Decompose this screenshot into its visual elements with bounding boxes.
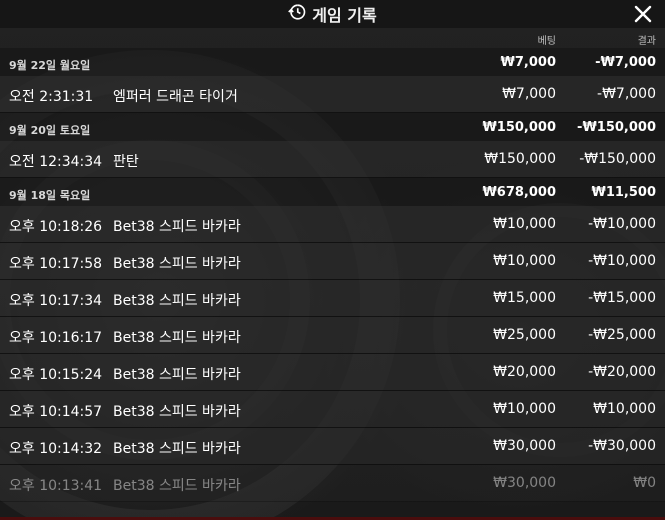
game-name: 판탄 (113, 154, 139, 170)
date-row: 9월 18일 목요일 ₩678,000 ₩11,500 (0, 178, 665, 206)
game-result: -₩15,000 (588, 290, 656, 306)
game-result: -₩25,000 (588, 327, 656, 343)
game-result: -₩150,000 (579, 151, 656, 167)
game-row[interactable]: 오전 2:31:31 엠퍼러 드래곤 타이거 ₩7,000 -₩7,000 (0, 76, 665, 113)
column-headers: 베팅 결과 (0, 28, 665, 48)
history-list[interactable]: 9월 22일 월요일 ₩7,000 -₩7,000 오전 2:31:31 엠퍼러… (0, 48, 665, 502)
title-wrap: 게임 기록 (288, 2, 377, 26)
date-result-total: ₩11,500 (591, 185, 656, 200)
game-row[interactable]: 오후 10:17:58 Bet38 스피드 바카라 ₩10,000 -₩10,0… (0, 243, 665, 280)
game-name: Bet38 스피드 바카라 (113, 404, 241, 420)
game-row[interactable]: 오후 10:14:32 Bet38 스피드 바카라 ₩30,000 -₩30,0… (0, 428, 665, 465)
date-label: 9월 18일 목요일 (9, 189, 91, 202)
game-time: 오후 10:17:34 (9, 293, 103, 309)
column-header-result: 결과 (637, 36, 656, 47)
game-name: Bet38 스피드 바카라 (113, 330, 241, 346)
game-bet: ₩20,000 (493, 364, 556, 380)
date-label: 9월 22일 월요일 (9, 59, 91, 72)
game-result: -₩30,000 (588, 438, 656, 454)
game-time: 오후 10:14:32 (9, 441, 103, 457)
game-time: 오전 2:31:31 (9, 89, 94, 105)
game-name: Bet38 스피드 바카라 (113, 219, 241, 235)
game-bet: ₩10,000 (493, 216, 556, 232)
game-name: Bet38 스피드 바카라 (113, 367, 241, 383)
game-row[interactable]: 오후 10:15:24 Bet38 스피드 바카라 ₩20,000 -₩20,0… (0, 354, 665, 391)
close-button[interactable] (631, 2, 655, 26)
history-icon (288, 3, 306, 25)
game-row[interactable]: 오후 10:17:34 Bet38 스피드 바카라 ₩15,000 -₩15,0… (0, 280, 665, 317)
game-time: 오후 10:15:24 (9, 367, 103, 383)
game-bet: ₩10,000 (493, 253, 556, 269)
game-result: -₩7,000 (597, 86, 656, 102)
game-name: Bet38 스피드 바카라 (113, 256, 241, 272)
game-bet: ₩150,000 (484, 151, 556, 167)
page-title: 게임 기록 (312, 6, 377, 25)
game-result: ₩0 (633, 475, 656, 491)
game-row[interactable]: 오전 12:34:34 판탄 ₩150,000 -₩150,000 (0, 141, 665, 178)
game-result: -₩20,000 (588, 364, 656, 380)
game-row[interactable]: 오후 10:13:41 Bet38 스피드 바카라 ₩30,000 ₩0 (0, 465, 665, 502)
game-time: 오후 10:18:26 (9, 219, 103, 235)
game-name: Bet38 스피드 바카라 (113, 478, 241, 494)
game-row[interactable]: 오후 10:18:26 Bet38 스피드 바카라 ₩10,000 -₩10,0… (0, 206, 665, 243)
game-bet: ₩30,000 (493, 475, 556, 491)
game-name: Bet38 스피드 바카라 (113, 441, 241, 457)
date-row: 9월 20일 토요일 ₩150,000 -₩150,000 (0, 113, 665, 141)
date-result-total: -₩150,000 (577, 120, 656, 135)
game-name: Bet38 스피드 바카라 (113, 293, 241, 309)
game-row[interactable]: 오후 10:14:57 Bet38 스피드 바카라 ₩10,000 ₩10,00… (0, 391, 665, 428)
game-time: 오후 10:13:41 (9, 478, 103, 494)
game-bet: ₩30,000 (493, 438, 556, 454)
game-result: -₩10,000 (588, 216, 656, 232)
close-icon (634, 5, 652, 23)
game-time: 오후 10:14:57 (9, 404, 103, 420)
date-bet-total: ₩678,000 (482, 185, 556, 200)
game-time: 오전 12:34:34 (9, 154, 103, 170)
game-bet: ₩10,000 (493, 401, 556, 417)
game-result: -₩10,000 (588, 253, 656, 269)
modal-header: 게임 기록 (0, 0, 665, 28)
game-bet: ₩25,000 (493, 327, 556, 343)
game-bet: ₩7,000 (502, 86, 556, 102)
game-time: 오후 10:17:58 (9, 256, 103, 272)
date-result-total: -₩7,000 (595, 55, 656, 70)
date-row: 9월 22일 월요일 ₩7,000 -₩7,000 (0, 48, 665, 76)
column-header-bet: 베팅 (537, 36, 556, 47)
game-row[interactable]: 오후 10:16:17 Bet38 스피드 바카라 ₩25,000 -₩25,0… (0, 317, 665, 354)
date-label: 9월 20일 토요일 (9, 124, 91, 137)
game-name: 엠퍼러 드래곤 타이거 (113, 89, 238, 105)
date-bet-total: ₩7,000 (500, 55, 556, 70)
date-bet-total: ₩150,000 (482, 120, 556, 135)
game-time: 오후 10:16:17 (9, 330, 103, 346)
game-bet: ₩15,000 (493, 290, 556, 306)
game-result: ₩10,000 (593, 401, 656, 417)
